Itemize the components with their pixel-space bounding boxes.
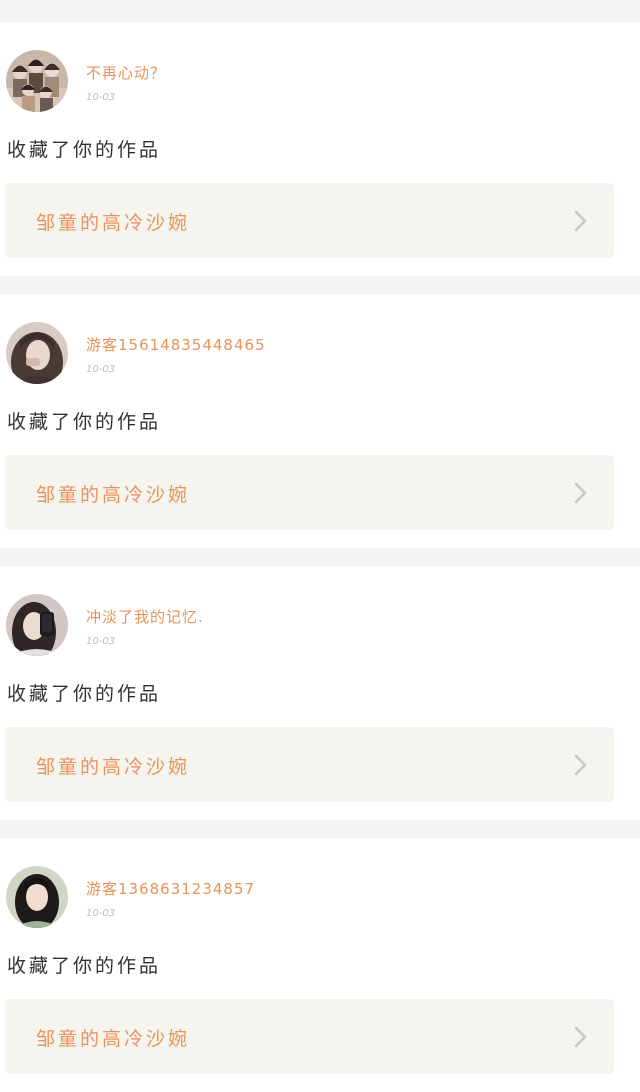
section-separator	[0, 0, 640, 22]
section-separator	[0, 820, 640, 838]
activity-text: 收藏了你的作品	[7, 683, 162, 705]
activity-item: 不再心动？ 10-03 收藏了你的作品 邹童的高冷沙婉	[0, 22, 640, 276]
user-avatar[interactable]	[6, 594, 68, 656]
user-avatar[interactable]	[6, 322, 68, 384]
activity-text: 收藏了你的作品	[7, 955, 162, 977]
activity-date: 10-03	[86, 92, 116, 103]
chevron-right-icon	[574, 754, 587, 776]
activity-item: 游客1368631234857 10-03 收藏了你的作品 邹童的高冷沙婉	[0, 838, 640, 1092]
activity-text: 收藏了你的作品	[7, 139, 162, 161]
activity-date: 10-03	[86, 636, 116, 647]
portrait-avatar-icon	[6, 322, 68, 384]
work-title: 邹童的高冷沙婉	[36, 212, 191, 234]
group-photo-avatar-icon	[6, 50, 68, 112]
portrait-avatar-icon	[6, 594, 68, 656]
username[interactable]: 冲淡了我的记忆.	[86, 606, 204, 627]
chevron-right-icon	[574, 1026, 587, 1048]
chevron-right-icon	[574, 482, 587, 504]
activity-item: 冲淡了我的记忆. 10-03 收藏了你的作品 邹童的高冷沙婉	[0, 566, 640, 820]
work-title: 邹童的高冷沙婉	[36, 756, 191, 778]
work-title: 邹童的高冷沙婉	[36, 1028, 191, 1050]
section-separator	[0, 548, 640, 566]
work-link-card[interactable]: 邹童的高冷沙婉	[5, 183, 614, 258]
work-link-card[interactable]: 邹童的高冷沙婉	[5, 727, 614, 802]
chevron-right-icon	[574, 210, 587, 232]
activity-date: 10-03	[86, 364, 116, 375]
activity-text: 收藏了你的作品	[7, 411, 162, 433]
user-avatar[interactable]	[6, 866, 68, 928]
work-link-card[interactable]: 邹童的高冷沙婉	[5, 455, 614, 530]
portrait-avatar-icon	[6, 866, 68, 928]
activity-date: 10-03	[86, 908, 116, 919]
activity-item: 游客15614835448465 10-03 收藏了你的作品 邹童的高冷沙婉	[0, 294, 640, 548]
user-avatar[interactable]	[6, 50, 68, 112]
work-title: 邹童的高冷沙婉	[36, 484, 191, 506]
username[interactable]: 游客1368631234857	[86, 878, 255, 899]
activity-feed: 不再心动？ 10-03 收藏了你的作品 邹童的高冷沙婉 游客1561483544…	[0, 0, 640, 1092]
username[interactable]: 游客15614835448465	[86, 334, 266, 355]
username[interactable]: 不再心动？	[86, 62, 166, 83]
section-separator	[0, 276, 640, 294]
work-link-card[interactable]: 邹童的高冷沙婉	[5, 999, 614, 1074]
